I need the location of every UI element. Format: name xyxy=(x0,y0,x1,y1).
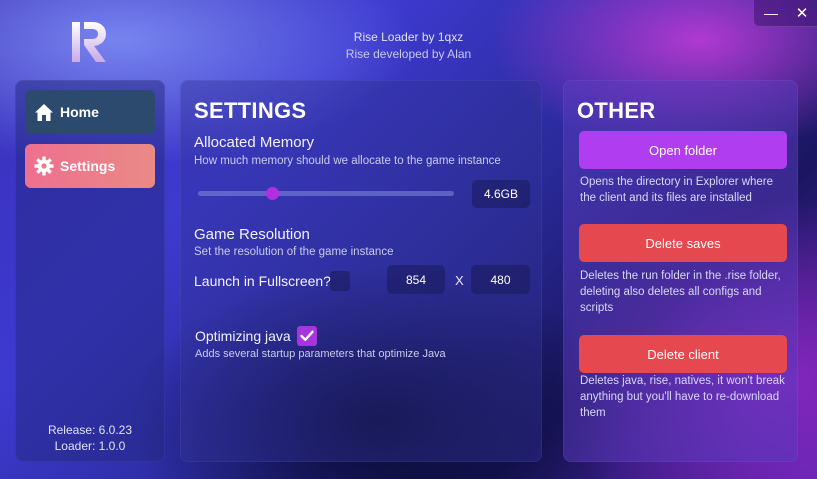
close-button[interactable]: ✕ xyxy=(787,0,817,26)
minimize-icon: — xyxy=(764,5,778,21)
memory-value: 4.6GB xyxy=(472,180,530,208)
resolution-width-input[interactable]: 854 xyxy=(387,265,445,294)
optimizing-java-checkbox[interactable] xyxy=(297,326,317,346)
delete-saves-button[interactable]: Delete saves xyxy=(579,224,787,262)
delete-client-button[interactable]: Delete client xyxy=(579,335,787,373)
close-icon: ✕ xyxy=(795,5,809,22)
sidebar-item-settings[interactable]: Settings xyxy=(25,144,155,188)
delete-saves-description: Deletes the run folder in the .rise fold… xyxy=(580,270,781,314)
other-panel: OTHER Open folder Opens the directory in… xyxy=(563,80,798,462)
resolution-separator: X xyxy=(455,273,464,288)
optimizing-java-description: Adds several startup parameters that opt… xyxy=(195,348,446,360)
checkmark-icon xyxy=(300,330,314,341)
optimizing-java-label: Optimizing java xyxy=(195,328,291,344)
memory-description: How much memory should we allocate to th… xyxy=(194,155,501,167)
home-icon xyxy=(35,103,53,121)
sidebar-item-label: Home xyxy=(60,104,99,120)
gear-icon xyxy=(34,156,54,176)
fullscreen-label: Launch in Fullscreen? xyxy=(194,273,331,289)
other-heading: OTHER xyxy=(577,98,656,123)
open-folder-description: Opens the directory in Explorer where th… xyxy=(580,176,774,204)
memory-slider[interactable] xyxy=(198,187,454,200)
minimize-button[interactable]: — xyxy=(756,0,786,26)
app-subtitle: Rise developed by Alan xyxy=(345,47,472,61)
memory-slider-thumb[interactable] xyxy=(266,187,280,200)
open-folder-button[interactable]: Open folder xyxy=(579,131,787,169)
loader-version: Loader: 1.0.0 xyxy=(54,439,126,453)
resolution-description: Set the resolution of the game instance xyxy=(194,246,394,258)
fullscreen-checkbox[interactable] xyxy=(330,271,350,291)
settings-heading: SETTINGS xyxy=(194,98,307,123)
memory-title: Allocated Memory xyxy=(194,134,315,151)
sidebar: Home Settings Release: 6.0.23 Loader: 1.… xyxy=(15,80,165,462)
sidebar-item-label: Settings xyxy=(60,158,116,174)
app-title: Rise Loader by 1qxz xyxy=(353,30,464,44)
delete-client-description: Deletes java, rise, natives, it won't br… xyxy=(580,375,785,419)
settings-panel: SETTINGS Allocated Memory How much memor… xyxy=(180,80,542,462)
resolution-height-input[interactable]: 480 xyxy=(471,265,530,294)
sidebar-item-home[interactable]: Home xyxy=(25,90,155,134)
release-version: Release: 6.0.23 xyxy=(47,423,133,437)
window-controls: — ✕ xyxy=(753,0,817,27)
resolution-title: Game Resolution xyxy=(194,226,310,243)
